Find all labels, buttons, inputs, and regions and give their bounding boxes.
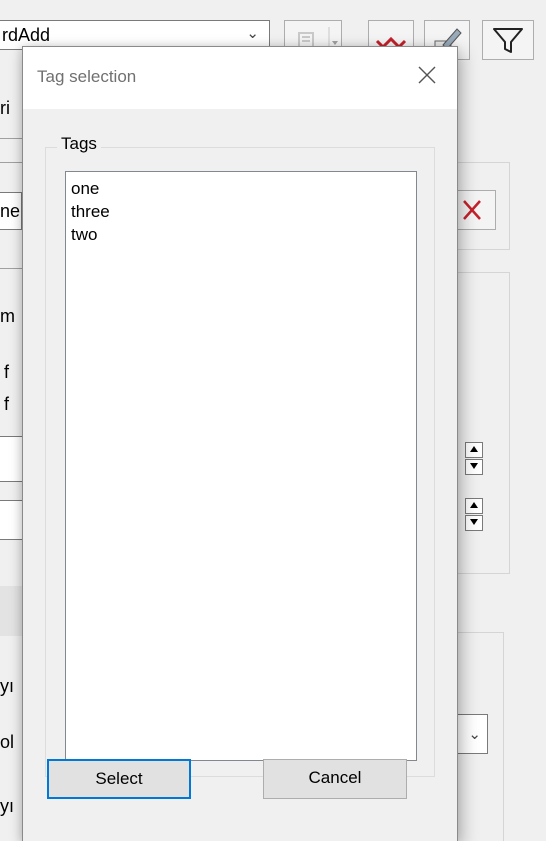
spin-up-button[interactable] xyxy=(465,498,483,514)
list-item[interactable]: one xyxy=(71,177,411,200)
arrow-down-icon xyxy=(470,463,478,469)
arrow-up-icon xyxy=(470,502,478,508)
background-input[interactable]: ne xyxy=(0,192,22,230)
cancel-button[interactable]: Cancel xyxy=(263,759,407,799)
background-fragment: f xyxy=(4,362,10,382)
background-fragment: yı xyxy=(0,796,15,816)
tag-selection-dialog: Tag selection Tags one three two Select … xyxy=(22,46,458,841)
background-divider xyxy=(0,138,22,139)
background-fragment: ne xyxy=(0,201,21,221)
arrow-up-icon xyxy=(470,446,478,452)
background-input[interactable] xyxy=(0,500,22,540)
background-divider xyxy=(0,162,22,163)
chevron-down-icon: ⌄ xyxy=(246,25,259,42)
background-combo-small[interactable]: ⌄ xyxy=(458,714,488,754)
close-icon[interactable] xyxy=(415,63,439,87)
select-button[interactable]: Select xyxy=(47,759,191,799)
tags-group-label: Tags xyxy=(57,134,101,154)
delete-x-icon xyxy=(463,200,481,220)
background-input[interactable] xyxy=(0,436,22,482)
background-divider xyxy=(0,268,22,269)
list-item[interactable]: two xyxy=(71,223,411,246)
background-fragment: yı xyxy=(0,676,15,696)
background-panel xyxy=(0,586,22,636)
arrow-down-icon xyxy=(470,519,478,525)
dialog-title: Tag selection xyxy=(37,67,137,86)
filter-icon xyxy=(493,28,523,53)
chevron-down-icon: ⌄ xyxy=(468,726,481,743)
background-combo-text: rdAdd xyxy=(2,25,51,45)
dialog-titlebar[interactable]: Tag selection xyxy=(23,47,457,109)
background-fragment: ol xyxy=(0,732,15,752)
background-fragment: m xyxy=(0,306,15,326)
tags-listbox[interactable]: one three two xyxy=(65,171,417,761)
delete-button[interactable] xyxy=(458,190,496,230)
spin-down-button[interactable] xyxy=(465,515,483,531)
background-fragment: ri xyxy=(0,98,10,118)
list-item[interactable]: three xyxy=(71,200,411,223)
background-fragment: f xyxy=(4,394,10,414)
spin-down-button[interactable] xyxy=(465,459,483,475)
filter-toolbar-button[interactable] xyxy=(482,20,534,60)
spin-up-button[interactable] xyxy=(465,442,483,458)
